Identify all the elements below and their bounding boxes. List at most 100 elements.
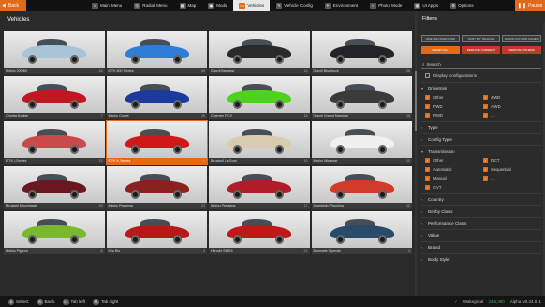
vehicle-tile[interactable]: Gavril Grand Marshal 18 xyxy=(311,76,412,119)
checkbox[interactable] xyxy=(425,95,430,100)
checkbox[interactable] xyxy=(425,185,430,190)
vehicle-name: Bruckell Moonhawk xyxy=(6,204,38,208)
vehicle-tile[interactable]: Ibishu Pessima 17 xyxy=(209,166,310,209)
filter-section-header[interactable]: ▾ Drivetrain xyxy=(421,83,541,94)
filter-section-header[interactable]: › Config Type xyxy=(421,134,541,145)
filter-section-header[interactable]: › Type xyxy=(421,122,541,133)
hint-label: Back xyxy=(44,299,55,304)
filter-option[interactable]: CVT xyxy=(425,184,483,191)
vehicle-config-count: 16 xyxy=(98,69,103,73)
nav-item-environment[interactable]: ☀ Environment xyxy=(319,0,364,11)
wheel-shape xyxy=(275,145,285,154)
checkbox[interactable] xyxy=(425,104,430,109)
filter-toggle-button[interactable]: HIDE BACKGROUND xyxy=(421,35,460,42)
filter-section-header[interactable]: ▾ Transmission xyxy=(421,146,541,157)
filter-option-label: DCT xyxy=(491,158,500,163)
filter-toggle-button[interactable]: SORT BY VEHICLE xyxy=(461,35,501,42)
nav-item-photo-mode[interactable]: ▪ Photo Mode xyxy=(364,0,408,11)
filters-title: Filters xyxy=(422,16,437,22)
filter-option[interactable]: Manual xyxy=(425,175,483,182)
filter-options: Other 4WD FWD AWD RWD... xyxy=(421,94,541,121)
vehicle-thumbnail xyxy=(311,166,412,203)
vehicle-name: Ibishu Miramar xyxy=(313,159,338,163)
filter-option[interactable]: AWD xyxy=(483,103,541,110)
nav-item-map[interactable]: ▦ Map xyxy=(174,0,203,11)
display-configurations-checkbox[interactable]: Display configurations xyxy=(425,73,545,78)
vehicle-tile[interactable]: Civetta Bolide 7 xyxy=(4,76,105,119)
checkbox[interactable] xyxy=(425,113,430,118)
vehicle-tile[interactable]: Ibishu Miramar 10 xyxy=(311,121,412,164)
vehicle-tile[interactable]: Ibishu Pessima 23 xyxy=(106,166,207,209)
nav-item-mods[interactable]: ▣ Mods xyxy=(202,0,233,11)
vehicle-tile[interactable]: Gavril Barstow 10 xyxy=(209,31,310,74)
vehicle-tile[interactable]: Bruckell Moonhawk 19 xyxy=(4,166,105,209)
vehicle-tile[interactable]: Gavril Bluebuck 26 xyxy=(311,31,412,74)
vehicle-tile[interactable]: Ibishu 200BX 16 xyxy=(4,31,105,74)
vehicle-config-count: 17 xyxy=(303,204,308,208)
checkbox[interactable] xyxy=(483,176,488,181)
nav-item-radial-menu[interactable]: ◎ Radial Menu xyxy=(128,0,173,11)
checkbox[interactable] xyxy=(483,158,488,163)
vehicle-grid[interactable]: Ibishu 200BX 16 ETK 800 Series 55 Gavril Bar… xyxy=(3,31,413,293)
checkbox[interactable] xyxy=(483,95,488,100)
filter-section-header[interactable]: › Country xyxy=(421,194,541,205)
checkbox[interactable] xyxy=(425,167,430,172)
filter-section-label: Derby Class xyxy=(428,209,453,214)
vehicle-thumbnail xyxy=(311,211,412,248)
vehicle-tile[interactable]: Burnside Special 4 xyxy=(311,211,412,254)
vehicle-tile[interactable]: Ibishu Covet 35 xyxy=(106,76,207,119)
filter-option[interactable]: Other xyxy=(425,157,483,164)
filter-section-header[interactable]: › Value xyxy=(421,230,541,241)
version-label: Alpha v0.24.0.1 xyxy=(509,299,541,304)
filter-section: › Config Type xyxy=(421,133,541,145)
nav-item-main-menu[interactable]: ⌂ Main Menu xyxy=(86,0,128,11)
nav-item-ui-apps[interactable]: ▦ UI Apps xyxy=(408,0,444,11)
filter-option[interactable]: ... xyxy=(483,112,541,119)
map-icon: ▦ xyxy=(179,2,186,9)
vehicle-tile[interactable]: Kia Rio 2 xyxy=(106,211,207,254)
apps-icon: ▦ xyxy=(414,2,421,9)
filter-section-header[interactable]: › Derby Class xyxy=(421,206,541,217)
vehicle-tile[interactable]: ETK 800 Series 55 xyxy=(106,31,207,74)
filter-section-header[interactable]: › Brand xyxy=(421,242,541,253)
filter-option[interactable]: Automatic xyxy=(425,166,483,173)
checkbox[interactable] xyxy=(425,73,430,78)
filter-option[interactable]: DCT xyxy=(483,157,541,164)
filter-option[interactable]: RWD xyxy=(425,112,483,119)
vehicle-tile[interactable]: ETK I-Series 13 xyxy=(4,121,105,164)
vehicle-tile[interactable]: Cherrier FCV 18 xyxy=(209,76,310,119)
nav-item-vehicle-config[interactable]: ✎ Vehicle Config xyxy=(270,0,319,11)
vehicle-tile[interactable]: Bruckell LeGran 19 xyxy=(209,121,310,164)
filter-option[interactable]: ... xyxy=(483,175,541,182)
nav-item-options[interactable]: ⚙ Options xyxy=(444,0,480,11)
filter-action-button[interactable]: REMOVE CURRENT xyxy=(461,46,501,54)
checkbox[interactable] xyxy=(483,104,488,109)
filter-toggle-button[interactable]: SHOW AUTHOR NAMES xyxy=(502,35,542,42)
vehicle-tile[interactable]: ETK K-Series 20 xyxy=(105,120,208,165)
page-title: Vehicles xyxy=(7,17,30,23)
checkbox[interactable] xyxy=(483,113,488,118)
filter-section-header[interactable]: › Performance Class xyxy=(421,218,541,229)
checkbox[interactable] xyxy=(483,167,488,172)
vehicle-tile[interactable]: Ibishu Pigeon 8 xyxy=(4,211,105,254)
filter-action-button[interactable]: RESET ALL xyxy=(421,46,460,54)
main-navigation: ⌂ Main Menu ◎ Radial Menu ▦ Map ▣ Mods ▭ Vehicles… xyxy=(86,0,480,11)
vehicle-tile[interactable]: Hirochi SBR4 21 xyxy=(209,211,310,254)
back-button[interactable]: ◀ Back xyxy=(0,0,26,11)
vehicle-tile[interactable]: Autobello Piccolina 12 xyxy=(311,166,412,209)
search-input[interactable]: ⌕ Search xyxy=(421,60,541,69)
wheel-shape xyxy=(335,235,345,244)
filter-option[interactable]: 4WD xyxy=(483,94,541,101)
pause-button[interactable]: ❚❚ Pause xyxy=(515,0,545,11)
filter-option[interactable]: Other xyxy=(425,94,483,101)
filter-option[interactable]: FWD xyxy=(425,103,483,110)
nav-item-label: Photo Mode xyxy=(378,3,403,8)
checkbox[interactable] xyxy=(425,158,430,163)
nav-item-vehicles[interactable]: ▭ Vehicles xyxy=(233,0,271,11)
filter-action-button[interactable]: REMOVE OTHERS xyxy=(502,46,542,54)
filter-section-header[interactable]: › Body Style xyxy=(421,254,541,265)
checkbox[interactable] xyxy=(425,176,430,181)
filter-option[interactable]: Sequential xyxy=(483,166,541,173)
wheel-shape xyxy=(70,145,80,154)
vehicle-caption: Ibishu Miramar 10 xyxy=(311,158,412,164)
